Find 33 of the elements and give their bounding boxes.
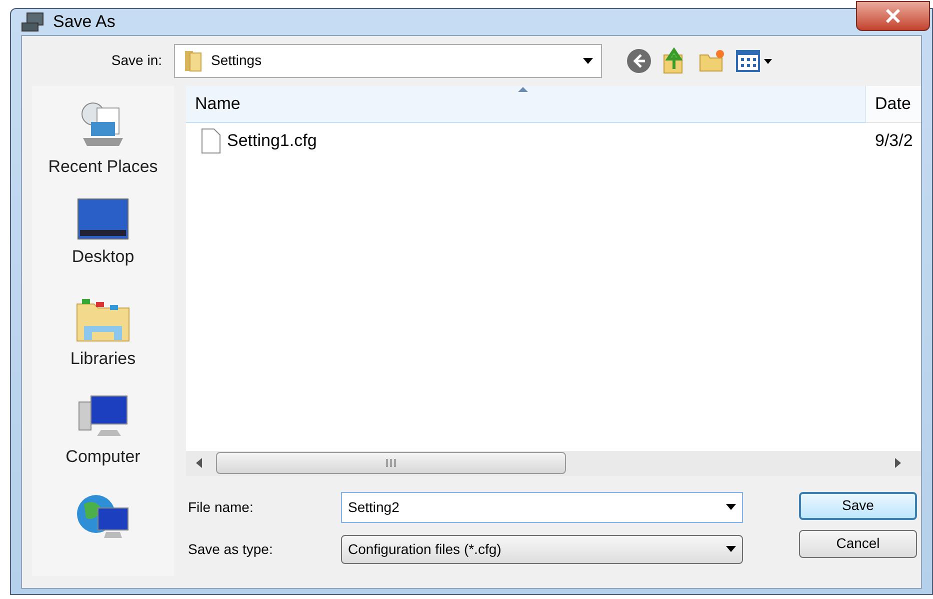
place-item[interactable]: Desktop (72, 244, 134, 269)
column-header[interactable]: Name (186, 86, 866, 122)
place-item[interactable]: Computer (66, 444, 140, 469)
file-name-field[interactable]: Setting2 (341, 492, 743, 522)
sort-arrow-icon (518, 86, 528, 92)
file-name-label: File name: (187, 498, 254, 516)
close-icon (885, 9, 901, 23)
scroll-right-icon[interactable] (895, 458, 901, 468)
dialog-button[interactable]: Save (799, 492, 917, 520)
scrollbar-thumb[interactable] (216, 452, 566, 474)
file-icon (201, 128, 221, 154)
desktop-icon (77, 198, 129, 240)
folder-icon (183, 48, 203, 72)
file-name-cell[interactable]: Setting1.cfg (227, 128, 317, 154)
caret-icon (583, 58, 593, 64)
column-header[interactable]: Date (866, 86, 921, 122)
place-item[interactable]: Libraries (70, 346, 136, 371)
save-as-type-dropdown[interactable]: Configuration files (*.cfg) (341, 534, 743, 564)
window-title: Save As (53, 11, 116, 33)
grip-icon (385, 459, 397, 467)
caret-icon (726, 546, 736, 552)
place-item[interactable]: Recent Places (48, 154, 158, 179)
caret-icon (726, 504, 736, 510)
save-in-label: Save in: (110, 51, 163, 70)
scroll-left-icon[interactable] (196, 458, 202, 468)
close-button[interactable] (856, 1, 930, 31)
computer-icon (21, 10, 45, 33)
dialog-button[interactable]: Cancel (799, 530, 917, 558)
view-menu-icon[interactable] (736, 48, 774, 72)
save-as-type-label: Save as type: (187, 540, 274, 559)
save-in-dropdown[interactable]: Settings (174, 44, 602, 78)
date-cell-text: 9/3/2 (874, 130, 913, 152)
back-icon[interactable] (626, 48, 652, 74)
